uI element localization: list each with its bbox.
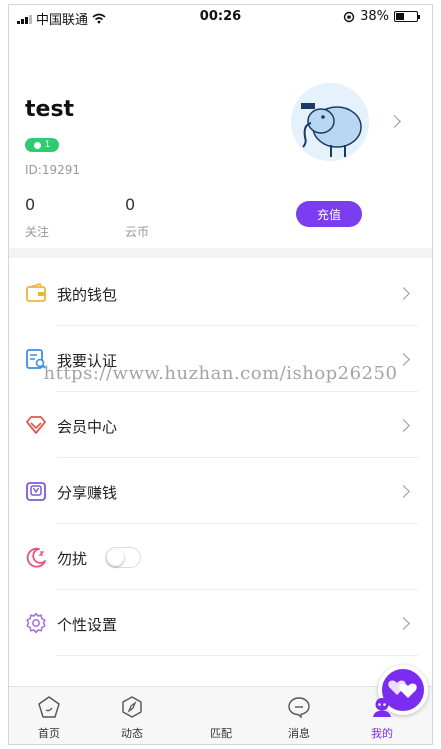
coins-label[interactable]: 云币: [125, 223, 149, 240]
battery-percent: 38%: [360, 9, 389, 24]
bottom-tab-bar: 首页 动态 匹配 消息 我的: [9, 665, 432, 744]
chevron-right-icon: [397, 419, 410, 432]
level-icon: [33, 141, 41, 149]
tab-label-home: 首页: [38, 727, 60, 740]
menu-label-dnd: 勿扰: [57, 550, 88, 568]
status-right: 38%: [343, 9, 420, 24]
user-id: ID:19291: [25, 163, 80, 177]
watermark-text: https://www.huzhan.com/ishop26250: [43, 363, 398, 384]
wallet-icon: [26, 283, 46, 302]
share-money-icon: [26, 482, 46, 501]
menu-item-vip[interactable]: 会员中心: [9, 392, 432, 458]
moon-icon: [26, 547, 46, 568]
tab-label-moments: 动态: [121, 727, 143, 740]
section-divider: [9, 248, 432, 258]
rotation-lock-icon: [343, 11, 355, 22]
coins-count[interactable]: 0: [125, 195, 135, 214]
user-icon: [373, 698, 391, 717]
menu-item-dnd: 勿扰: [9, 524, 432, 590]
status-bar: 中国联通 00:26 38%: [9, 5, 432, 29]
username: test: [25, 97, 75, 122]
menu-label-share: 分享赚钱: [57, 484, 118, 502]
menu-label-wallet: 我的钱包: [57, 286, 118, 304]
elephant-avatar-image: [291, 83, 369, 161]
tab-label-match: 匹配: [210, 727, 232, 740]
tab-home[interactable]: 首页: [19, 687, 79, 744]
menu-divider: [57, 655, 418, 656]
menu-item-settings[interactable]: 个性设置: [9, 590, 432, 656]
chevron-right-icon: [397, 617, 410, 630]
tab-messages[interactable]: 消息: [269, 687, 329, 744]
menu-item-wallet[interactable]: 我的钱包: [9, 260, 432, 326]
phone-screen: 中国联通 00:26 38% test 1 ID:19291 0 关注 0 云币…: [8, 4, 433, 745]
menu-label-vip: 会员中心: [57, 418, 118, 436]
battery-icon: [394, 11, 420, 22]
menu-item-share[interactable]: 分享赚钱: [9, 458, 432, 524]
recharge-button[interactable]: 充值: [296, 201, 362, 227]
diamond-icon: [26, 416, 46, 434]
gear-icon: [26, 612, 46, 634]
following-label[interactable]: 关注: [25, 223, 49, 240]
tab-mine[interactable]: 我的: [352, 687, 412, 744]
toggle-knob: [107, 549, 124, 566]
home-icon: [38, 696, 60, 718]
menu-label-settings: 个性设置: [57, 616, 118, 634]
dnd-toggle[interactable]: [105, 547, 141, 568]
chevron-right-icon: [397, 485, 410, 498]
tab-label-mine: 我的: [371, 727, 393, 740]
level-badge: 1: [25, 138, 59, 152]
compass-icon: [122, 696, 142, 718]
chevron-right-icon: [397, 287, 410, 300]
following-count[interactable]: 0: [25, 195, 35, 214]
avatar[interactable]: [291, 83, 369, 161]
tab-label-messages: 消息: [288, 727, 310, 740]
tab-moments[interactable]: 动态: [102, 687, 162, 744]
level-value: 1: [44, 140, 51, 150]
tab-match[interactable]: 匹配: [191, 665, 428, 744]
chat-bubble-icon: [288, 697, 310, 719]
profile-chevron-icon: [388, 115, 401, 128]
